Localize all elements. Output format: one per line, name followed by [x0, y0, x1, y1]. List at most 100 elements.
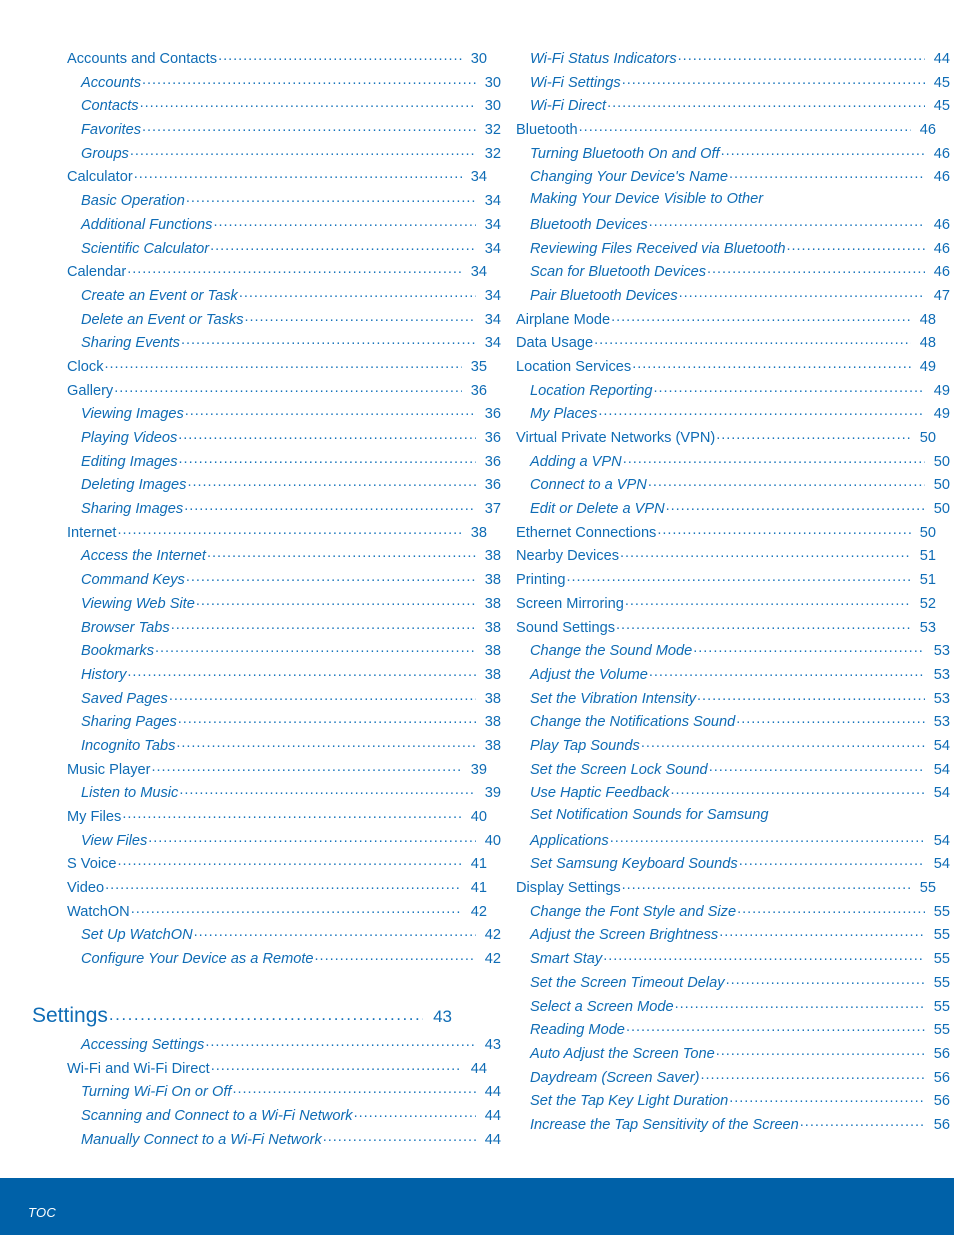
- toc-entry[interactable]: Settings 43: [32, 1000, 452, 1032]
- toc-entry[interactable]: Configure Your Device as a Remote42: [32, 946, 501, 970]
- toc-entry[interactable]: Editing Images36: [32, 449, 501, 473]
- toc-leader-dots: [127, 662, 476, 679]
- toc-entry[interactable]: Set the Screen Timeout Delay 55: [481, 970, 950, 994]
- toc-entry[interactable]: Nearby Devices 51: [481, 543, 936, 567]
- toc-entry[interactable]: Calculator34: [32, 164, 487, 188]
- toc-entry[interactable]: Applications 54: [481, 828, 950, 852]
- toc-entry[interactable]: Basic Operation34: [32, 188, 501, 212]
- toc-entry[interactable]: Set Up WatchON42: [32, 922, 501, 946]
- toc-entry[interactable]: Screen Mirroring 52: [481, 591, 936, 615]
- toc-entry[interactable]: Accounts and Contacts30: [32, 46, 487, 70]
- toc-leader-dots: [196, 591, 476, 608]
- toc-entry[interactable]: Virtual Private Networks (VPN) 50: [481, 425, 936, 449]
- toc-entry[interactable]: Printing 51: [481, 567, 936, 591]
- toc-entry[interactable]: Connect to a VPN 50: [481, 472, 950, 496]
- toc-entry[interactable]: Playing Videos36: [32, 425, 501, 449]
- toc-entry[interactable]: Contacts30: [32, 93, 501, 117]
- toc-entry[interactable]: Wi-Fi and Wi-Fi Direct44: [32, 1056, 487, 1080]
- toc-entry[interactable]: Edit or Delete a VPN 50: [481, 496, 950, 520]
- toc-entry[interactable]: Sound Settings 53: [481, 615, 936, 639]
- toc-leader-dots: [671, 780, 925, 797]
- toc-entry[interactable]: S Voice41: [32, 851, 487, 875]
- toc-entry[interactable]: Manually Connect to a Wi-Fi Network44: [32, 1127, 501, 1151]
- toc-entry[interactable]: Bluetooth Devices 46: [481, 212, 950, 236]
- toc-entry[interactable]: Changing Your Device's Name 46: [481, 164, 950, 188]
- toc-entry[interactable]: Sharing Pages38: [32, 709, 501, 733]
- toc-entry[interactable]: Data Usage 48: [481, 330, 936, 354]
- toc-entry[interactable]: Browser Tabs38: [32, 615, 501, 639]
- toc-entry[interactable]: Reviewing Files Received via Bluetooth 46: [481, 236, 950, 260]
- toc-entry-label: Scientific Calculator: [81, 240, 210, 257]
- toc-entry[interactable]: Turning Wi-Fi On or Off44: [32, 1079, 501, 1103]
- toc-entry[interactable]: WatchON42: [32, 899, 487, 923]
- toc-entry[interactable]: Incognito Tabs38: [32, 733, 501, 757]
- toc-entry[interactable]: Wi-Fi Settings 45: [481, 70, 950, 94]
- toc-entry[interactable]: Calendar34: [32, 259, 487, 283]
- toc-entry[interactable]: Change the Sound Mode 53: [481, 638, 950, 662]
- toc-entry[interactable]: Change the Font Style and Size 55: [481, 899, 950, 923]
- toc-entry[interactable]: Change the Notifications Sound 53: [481, 709, 950, 733]
- toc-entry[interactable]: History38: [32, 662, 501, 686]
- toc-entry[interactable]: Play Tap Sounds 54: [481, 733, 950, 757]
- toc-entry[interactable]: Favorites32: [32, 117, 501, 141]
- toc-entry[interactable]: Select a Screen Mode 55: [481, 994, 950, 1018]
- toc-entry[interactable]: Music Player39: [32, 757, 487, 781]
- toc-entry[interactable]: Auto Adjust the Screen Tone 56: [481, 1041, 950, 1065]
- toc-entry[interactable]: Pair Bluetooth Devices 47: [481, 283, 950, 307]
- toc-entry[interactable]: Scanning and Connect to a Wi-Fi Network4…: [32, 1103, 501, 1127]
- toc-entry[interactable]: Bluetooth 46: [481, 117, 936, 141]
- toc-entry[interactable]: Daydream (Screen Saver) 56: [481, 1065, 950, 1089]
- toc-entry[interactable]: Sharing Events34: [32, 330, 501, 354]
- toc-entry[interactable]: Set Notification Sounds for Samsung: [481, 804, 950, 828]
- toc-entry[interactable]: Scan for Bluetooth Devices 46: [481, 259, 950, 283]
- toc-entry[interactable]: View Files40: [32, 828, 501, 852]
- toc-entry[interactable]: Video41: [32, 875, 487, 899]
- toc-entry[interactable]: Ethernet Connections 50: [481, 520, 936, 544]
- toc-entry[interactable]: Wi-Fi Direct 45: [481, 93, 950, 117]
- toc-entry[interactable]: Clock35: [32, 354, 487, 378]
- toc-entry[interactable]: Display Settings 55: [481, 875, 936, 899]
- toc-entry[interactable]: Airplane Mode 48: [481, 307, 936, 331]
- toc-entry[interactable]: Sharing Images37: [32, 496, 501, 520]
- toc-entry[interactable]: Location Reporting 49: [481, 378, 950, 402]
- toc-leader-dots: [693, 638, 925, 655]
- toc-entry[interactable]: Internet38: [32, 520, 487, 544]
- toc-entry[interactable]: Viewing Images36: [32, 401, 501, 425]
- toc-entry[interactable]: Set the Vibration Intensity 53: [481, 686, 950, 710]
- toc-entry[interactable]: Adjust the Screen Brightness 55: [481, 922, 950, 946]
- toc-entry[interactable]: Deleting Images36: [32, 472, 501, 496]
- toc-entry[interactable]: Set the Tap Key Light Duration 56: [481, 1088, 950, 1112]
- toc-entry[interactable]: Listen to Music39: [32, 780, 501, 804]
- toc-entry[interactable]: Making Your Device Visible to Other: [481, 188, 950, 212]
- toc-entry-label: Clock: [67, 358, 104, 375]
- toc-entry[interactable]: Reading Mode 55: [481, 1017, 950, 1041]
- toc-entry-label: Ethernet Connections: [516, 524, 657, 541]
- toc-entry[interactable]: Viewing Web Site38: [32, 591, 501, 615]
- toc-entry[interactable]: Location Services 49: [481, 354, 936, 378]
- toc-entry[interactable]: Saved Pages38: [32, 686, 501, 710]
- toc-entry[interactable]: Create an Event or Task34: [32, 283, 501, 307]
- toc-page-number: 49: [919, 358, 936, 375]
- toc-entry[interactable]: Adding a VPN 50: [481, 449, 950, 473]
- toc-entry[interactable]: Accounts30: [32, 70, 501, 94]
- toc-entry[interactable]: Accessing Settings43: [32, 1032, 501, 1056]
- toc-entry[interactable]: Smart Stay 55: [481, 946, 950, 970]
- toc-entry[interactable]: Wi-Fi Status Indicators 44: [481, 46, 950, 70]
- toc-entry[interactable]: Bookmarks38: [32, 638, 501, 662]
- toc-entry[interactable]: Set Samsung Keyboard Sounds 54: [481, 851, 950, 875]
- toc-entry[interactable]: Delete an Event or Tasks34: [32, 307, 501, 331]
- toc-leader-dots: [211, 1056, 462, 1073]
- toc-entry[interactable]: Access the Internet38: [32, 543, 501, 567]
- toc-entry[interactable]: My Files40: [32, 804, 487, 828]
- toc-entry[interactable]: Use Haptic Feedback 54: [481, 780, 950, 804]
- toc-entry[interactable]: Gallery36: [32, 378, 487, 402]
- toc-entry[interactable]: Command Keys38: [32, 567, 501, 591]
- toc-entry[interactable]: Scientific Calculator34: [32, 236, 501, 260]
- toc-entry[interactable]: Additional Functions34: [32, 212, 501, 236]
- toc-entry[interactable]: My Places 49: [481, 401, 950, 425]
- toc-entry[interactable]: Groups32: [32, 141, 501, 165]
- toc-entry[interactable]: Set the Screen Lock Sound 54: [481, 757, 950, 781]
- toc-entry[interactable]: Adjust the Volume 53: [481, 662, 950, 686]
- toc-entry[interactable]: Increase the Tap Sensitivity of the Scre…: [481, 1112, 950, 1136]
- toc-entry[interactable]: Turning Bluetooth On and Off 46: [481, 141, 950, 165]
